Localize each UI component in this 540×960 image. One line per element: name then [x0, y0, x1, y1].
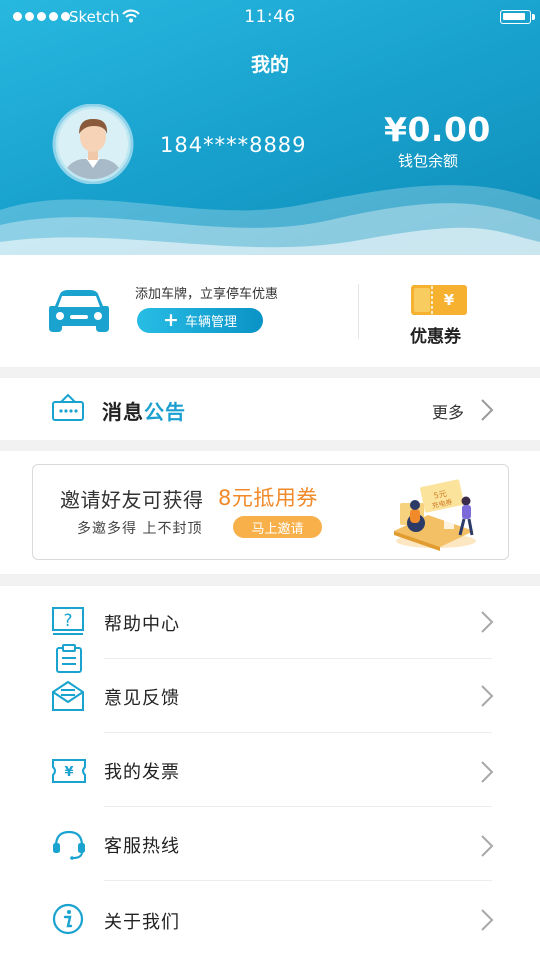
phone-number: 184****8889 [160, 133, 307, 157]
notice-board-icon [52, 393, 84, 421]
feedback-icon [52, 680, 84, 711]
battery-icon [500, 10, 535, 24]
help-icon: ? [52, 607, 84, 635]
menu-separator [104, 732, 492, 733]
vehicle-management-label: 车辆管理 [184, 315, 237, 330]
menu-separator [104, 658, 492, 659]
coupon-icon[interactable]: ¥ [410, 283, 468, 317]
menu-label: 帮助中心 [104, 614, 180, 635]
chevron-right-icon [481, 685, 494, 707]
menu-item-feedback[interactable]: 意见反馈 [0, 660, 540, 734]
menu-label: 关于我们 [104, 912, 180, 933]
headset-icon [53, 830, 85, 860]
notice-more-link[interactable]: 更多 [432, 399, 464, 423]
invite-now-button[interactable]: 马上邀请 [233, 516, 322, 538]
chevron-right-icon [481, 909, 494, 931]
wallet-balance-label: 钱包余额 [398, 152, 459, 170]
chevron-right-icon[interactable] [480, 398, 494, 422]
menu-label: 我的发票 [104, 762, 180, 783]
menu-label: 客服热线 [104, 836, 180, 857]
menu-item-about-us[interactable]: 关于我们 [0, 882, 540, 956]
status-bar: Sketch 11:46 [0, 0, 540, 36]
invoice-icon: ¥ [52, 759, 86, 783]
car-icon [49, 290, 109, 332]
info-icon [52, 903, 84, 935]
invite-reward-highlight: 8元抵用券 [218, 486, 318, 510]
svg-text:?: ? [63, 611, 72, 631]
plus-icon: + [163, 309, 179, 331]
chevron-right-icon [481, 761, 494, 783]
menu-separator [104, 880, 492, 881]
vehicle-management-button[interactable]: + 车辆管理 [137, 308, 263, 333]
avatar[interactable] [48, 104, 138, 184]
menu-item-customer-service[interactable]: 客服热线 [0, 808, 540, 882]
my-page: Sketch 11:46 我的 184****8889 ¥0.00 钱包余额 添… [0, 0, 540, 960]
invite-title: 邀请好友可获得 [60, 488, 204, 512]
status-time: 11:46 [244, 7, 296, 27]
chevron-right-icon [481, 835, 494, 857]
notice-title: 消息公告 [102, 396, 186, 425]
page-title: 我的 [250, 54, 289, 76]
menu-separator [104, 806, 492, 807]
menu-label: 意见反馈 [104, 688, 180, 709]
invite-illustration: 5元 充电券 [394, 479, 476, 551]
coupon-label[interactable]: 优惠券 [410, 322, 461, 347]
notice-title-part2: 公告 [144, 400, 186, 424]
card-divider [358, 284, 359, 339]
wallet-balance[interactable]: ¥0.00 [384, 110, 491, 149]
chevron-right-icon [481, 611, 494, 633]
profile-header: Sketch 11:46 我的 184****8889 ¥0.00 钱包余额 [0, 0, 540, 255]
svg-text:¥: ¥ [444, 291, 455, 309]
vehicle-hint-text: 添加车牌，立享停车优惠 [135, 287, 279, 302]
notice-title-part1: 消息 [102, 400, 144, 424]
invite-subtitle: 多邀多得 上不封顶 [77, 521, 203, 537]
menu-item-invoice[interactable]: ¥ 我的发票 [0, 734, 540, 808]
svg-text:¥: ¥ [64, 765, 73, 780]
